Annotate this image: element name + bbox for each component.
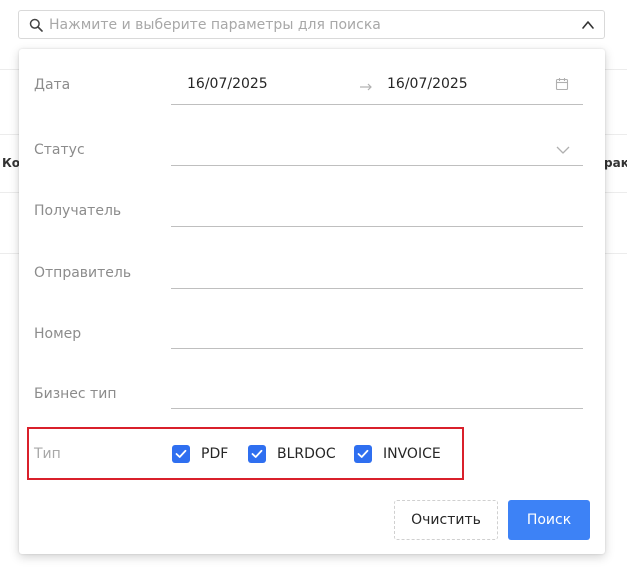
- business-type-input[interactable]: [171, 373, 583, 409]
- background-column-header-right: ракт: [604, 156, 627, 170]
- number-label: Номер: [34, 326, 82, 342]
- chevron-down-icon[interactable]: [556, 145, 570, 155]
- calendar-icon[interactable]: [555, 77, 569, 91]
- date-from-input[interactable]: 16/07/2025: [187, 76, 268, 92]
- arrow-right-icon: [360, 83, 372, 91]
- date-label: Дата: [34, 77, 71, 93]
- background-column-header-left: Ко: [2, 156, 21, 170]
- status-label: Статус: [34, 142, 85, 158]
- recipient-label: Получатель: [34, 203, 122, 219]
- status-select[interactable]: [171, 129, 583, 166]
- sender-label: Отправитель: [34, 265, 132, 281]
- search-button[interactable]: Поиск: [508, 500, 590, 540]
- search-bar[interactable]: [18, 10, 605, 39]
- clear-button[interactable]: Очистить: [394, 500, 498, 540]
- number-input[interactable]: [171, 313, 583, 349]
- sender-input[interactable]: [171, 253, 583, 289]
- highlight-frame: [27, 427, 464, 480]
- search-input[interactable]: [49, 14, 569, 35]
- search-icon: [29, 18, 43, 32]
- business-type-label: Бизнес тип: [34, 386, 117, 402]
- chevron-up-icon[interactable]: [581, 19, 595, 31]
- recipient-input[interactable]: [171, 191, 583, 227]
- date-to-input[interactable]: 16/07/2025: [387, 76, 468, 92]
